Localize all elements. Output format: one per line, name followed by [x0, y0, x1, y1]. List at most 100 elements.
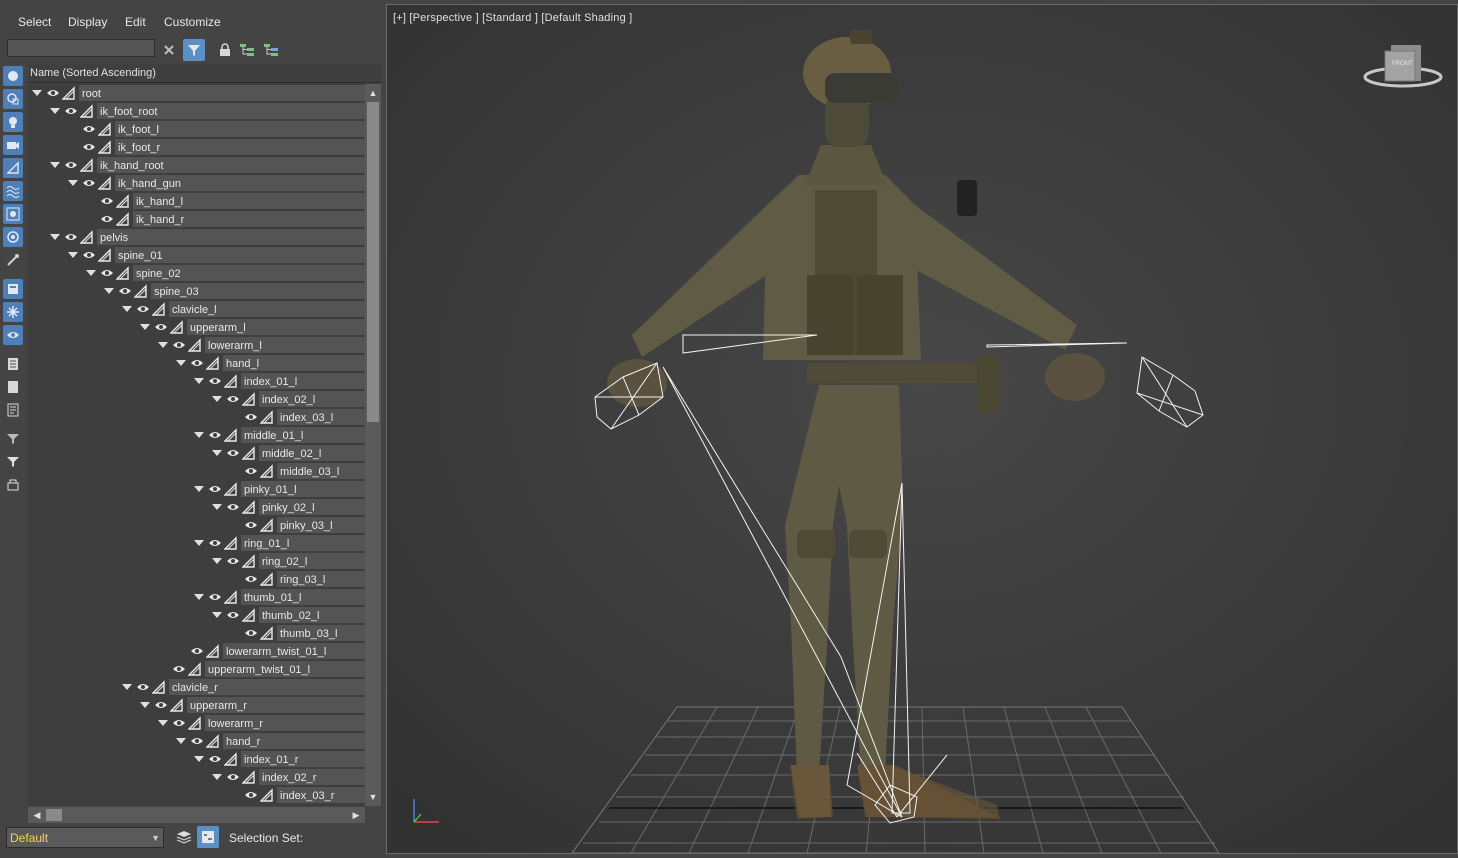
visibility-eye-icon[interactable] [136, 681, 150, 693]
hierarchy-button[interactable] [236, 39, 258, 61]
clear-search-button[interactable] [158, 39, 180, 61]
tree-row[interactable]: thumb_03_l [28, 624, 365, 642]
scroll-up-arrow-icon[interactable]: ▲ [366, 86, 380, 100]
visibility-eye-icon[interactable] [154, 321, 168, 333]
visibility-eye-icon[interactable] [190, 645, 204, 657]
layer-filter-button[interactable] [3, 475, 23, 495]
search-input[interactable] [7, 39, 155, 57]
tree-row[interactable]: hand_r [28, 732, 365, 750]
tree-node-name[interactable]: upperarm_l [187, 319, 365, 335]
visibility-eye-icon[interactable] [208, 537, 222, 549]
geometry-filter-button[interactable] [3, 66, 23, 86]
scroll-down-arrow-icon[interactable]: ▼ [366, 790, 380, 804]
hidden-filter-button[interactable] [3, 325, 23, 345]
tree-node-name[interactable]: pelvis [97, 229, 365, 245]
expand-triangle-icon[interactable] [122, 306, 132, 312]
layer-dropdown[interactable]: Default ▼ [6, 827, 164, 848]
menu-select[interactable]: Select [18, 15, 51, 29]
visibility-eye-icon[interactable] [172, 663, 186, 675]
visibility-eye-icon[interactable] [226, 609, 240, 621]
lock-button[interactable] [214, 39, 236, 61]
tree-node-name[interactable]: thumb_02_l [259, 607, 365, 623]
display-none-button[interactable] [3, 377, 23, 397]
tree-node-name[interactable]: ik_foot_r [115, 139, 365, 155]
tree-row[interactable]: lowerarm_l [28, 336, 365, 354]
tree-row[interactable]: pinky_03_l [28, 516, 365, 534]
tree-row[interactable]: ring_03_l [28, 570, 365, 588]
visibility-eye-icon[interactable] [226, 555, 240, 567]
visibility-eye-icon[interactable] [100, 267, 114, 279]
tree-node-name[interactable]: ring_01_l [241, 535, 365, 551]
tree-row[interactable]: index_01_r [28, 750, 365, 768]
tree-row[interactable]: thumb_02_l [28, 606, 365, 624]
visibility-eye-icon[interactable] [172, 717, 186, 729]
shapes-filter-button[interactable] [3, 89, 23, 109]
visibility-eye-icon[interactable] [82, 123, 96, 135]
tree-node-name[interactable]: lowerarm_r [205, 715, 365, 731]
frozen-filter-button[interactable] [3, 302, 23, 322]
visibility-eye-icon[interactable] [244, 411, 258, 423]
tree-node-name[interactable]: lowerarm_l [205, 337, 365, 353]
tree-node-name[interactable]: index_01_l [241, 373, 365, 389]
tree-node-name[interactable]: thumb_03_l [277, 625, 365, 641]
expand-triangle-icon[interactable] [158, 720, 168, 726]
tree-row[interactable]: index_02_l [28, 390, 365, 408]
visibility-eye-icon[interactable] [82, 249, 96, 261]
tree-node-name[interactable]: ik_foot_l [115, 121, 365, 137]
expand-triangle-icon[interactable] [194, 378, 204, 384]
visibility-eye-icon[interactable] [100, 195, 114, 207]
tree-row[interactable]: lowerarm_r [28, 714, 365, 732]
expand-triangle-icon[interactable] [140, 324, 150, 330]
expand-triangle-icon[interactable] [50, 162, 60, 168]
tree-row[interactable]: clavicle_r [28, 678, 365, 696]
expand-triangle-icon[interactable] [122, 684, 132, 690]
visibility-eye-icon[interactable] [100, 213, 114, 225]
tree-node-name[interactable]: pinky_02_l [259, 499, 365, 515]
visibility-eye-icon[interactable] [190, 357, 204, 369]
tree-row[interactable]: spine_03 [28, 282, 365, 300]
expand-triangle-icon[interactable] [158, 342, 168, 348]
expand-triangle-icon[interactable] [194, 432, 204, 438]
visibility-eye-icon[interactable] [46, 87, 60, 99]
visibility-eye-icon[interactable] [154, 699, 168, 711]
link-hierarchy-button[interactable] [260, 39, 282, 61]
expand-triangle-icon[interactable] [176, 738, 186, 744]
tree-node-name[interactable]: lowerarm_twist_01_l [223, 643, 365, 659]
filter-toggle-button[interactable] [183, 39, 205, 61]
visibility-eye-icon[interactable] [226, 393, 240, 405]
visibility-eye-icon[interactable] [136, 303, 150, 315]
tree-node-name[interactable]: pinky_03_l [277, 517, 365, 533]
vertical-scroll-thumb[interactable] [367, 102, 379, 422]
tree-node-name[interactable]: spine_01 [115, 247, 365, 263]
visibility-eye-icon[interactable] [244, 519, 258, 531]
visibility-eye-icon[interactable] [244, 573, 258, 585]
visibility-eye-icon[interactable] [208, 591, 222, 603]
visibility-eye-icon[interactable] [244, 789, 258, 801]
cameras-filter-button[interactable] [3, 135, 23, 155]
helpers-filter-button[interactable] [3, 158, 23, 178]
visibility-eye-icon[interactable] [208, 429, 222, 441]
tree-row[interactable]: upperarm_l [28, 318, 365, 336]
viewport-label[interactable]: [+] [Perspective ] [Standard ] [Default … [393, 12, 632, 24]
groups-filter-button[interactable] [3, 204, 23, 224]
tree-node-name[interactable]: root [79, 85, 365, 101]
tree-row[interactable]: middle_03_l [28, 462, 365, 480]
menu-edit[interactable]: Edit [125, 15, 146, 29]
tree-node-name[interactable]: middle_03_l [277, 463, 365, 479]
hierarchy-view-button[interactable] [197, 826, 219, 848]
visibility-eye-icon[interactable] [190, 735, 204, 747]
menu-customize[interactable]: Customize [164, 15, 221, 29]
tree-node-name[interactable]: clavicle_l [169, 301, 365, 317]
tree-row[interactable]: pinky_02_l [28, 498, 365, 516]
tree-node-name[interactable]: index_02_l [259, 391, 365, 407]
expand-triangle-icon[interactable] [212, 450, 222, 456]
layer-explorer-button[interactable] [173, 826, 195, 848]
visibility-eye-icon[interactable] [82, 177, 96, 189]
visibility-eye-icon[interactable] [208, 753, 222, 765]
tree-row[interactable]: index_03_l [28, 408, 365, 426]
visibility-eye-icon[interactable] [226, 771, 240, 783]
perspective-viewport[interactable]: [+] [Perspective ] [Standard ] [Default … [386, 4, 1458, 854]
column-header-name[interactable]: Name (Sorted Ascending) [28, 64, 381, 83]
tree-row[interactable]: middle_01_l [28, 426, 365, 444]
tree-node-name[interactable]: ik_foot_root [97, 103, 365, 119]
